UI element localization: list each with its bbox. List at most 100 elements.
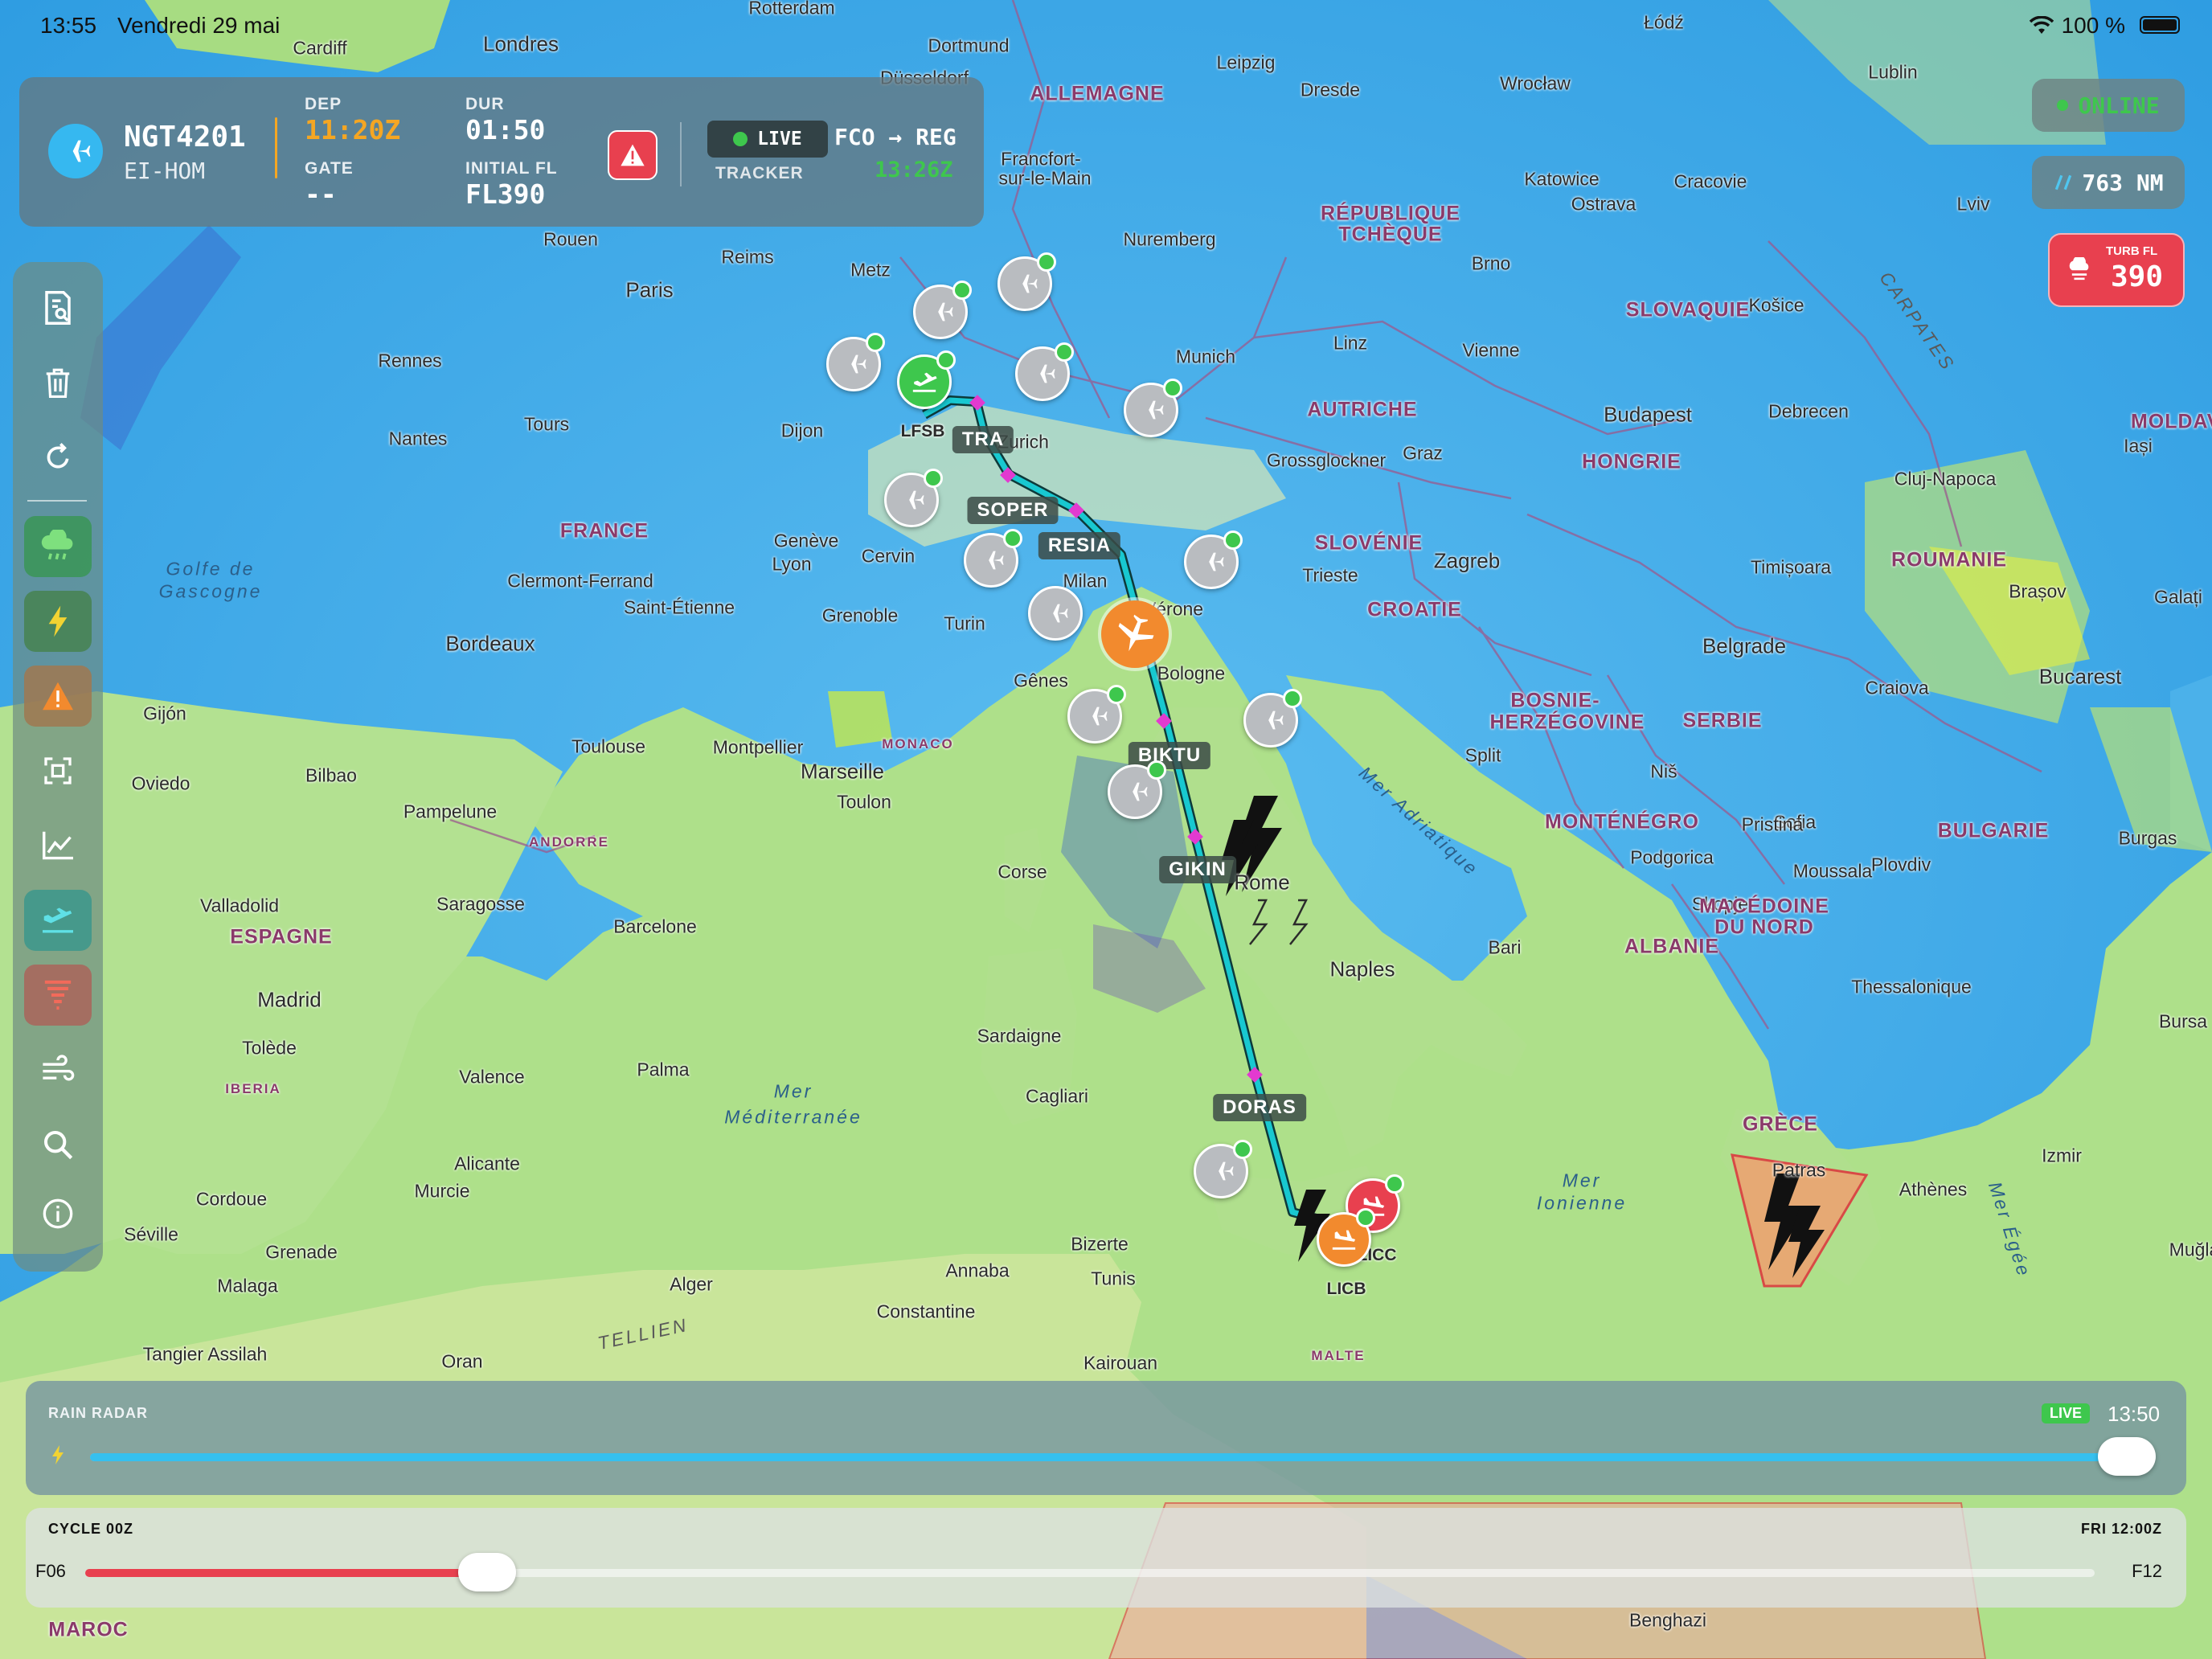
city-label: Bizerte [1071,1233,1129,1255]
turbulence-toggle[interactable] [24,890,92,951]
online-status-badge[interactable]: ONLINE [2032,79,2185,132]
city-label: Bordeaux [445,631,535,656]
live-tracker-button[interactable]: LIVE [707,121,828,158]
city-label: Grenade [265,1241,338,1263]
city-label: Rouen [543,228,598,250]
city-label: Tours [523,413,570,435]
cyclone-toggle[interactable] [24,965,92,1026]
city-label: Cracovie [1673,170,1747,192]
sea-label: Mer [1562,1169,1602,1191]
city-label: Cardiff [293,37,347,59]
aircraft-marker[interactable] [964,529,1022,588]
aircraft-marker[interactable] [1108,760,1166,819]
city-label: Cluj-Napoca [1894,468,1997,490]
wind-button[interactable] [24,1039,92,1100]
city-label: Podgorica [1630,846,1714,868]
live-badge: LIVE [2042,1403,2091,1423]
sea-label: Golfe de [166,558,256,580]
city-label: Munich [1175,346,1236,367]
country-label: ESPAGNE [230,925,333,948]
lightning-toggle[interactable] [24,591,92,652]
warnings-toggle[interactable] [24,666,92,727]
airplane-icon [1118,614,1154,652]
aircraft-marker[interactable] [997,252,1056,311]
city-label: Košice [1748,294,1804,316]
city-label: Sardaigne [977,1025,1062,1047]
airport-code[interactable]: LFSB [901,422,945,441]
aircraft-marker[interactable] [1067,685,1126,743]
turbulence-fl-button[interactable]: TURB FL 390 [2048,233,2185,307]
airplane-icon [1139,400,1164,420]
cycle-valid-time: FRI 12:00Z [2080,1521,2162,1537]
city-label: Rennes [378,350,442,371]
aircraft-marker[interactable] [1184,530,1243,589]
alert-button[interactable] [608,130,657,180]
forecast-cycle-panel: CYCLE 00Z FRI 12:00Z F06 F12 [26,1508,2186,1608]
refresh-button[interactable] [24,427,92,488]
scan-icon [44,757,72,784]
city-label: Tunis [1091,1268,1136,1289]
rain-radar-toggle[interactable] [24,516,92,577]
city-label: Pampelune [403,801,498,822]
city-label: Séville [124,1223,178,1245]
city-label: Nantes [388,428,448,449]
city-label: sur-le-Main [998,167,1092,189]
airplane-icon [1083,707,1108,726]
waypoint-label[interactable]: DORAS [1213,1094,1306,1121]
country-label: ALLEMAGNE [1030,82,1165,105]
turb-label: TURB FL [2106,244,2158,258]
cycle-timeline-thumb[interactable] [458,1553,516,1591]
city-label: Oviedo [131,772,190,794]
waypoint-label[interactable]: GIKIN [1159,856,1236,883]
distance-badge[interactable]: 763 NM [2032,156,2185,209]
radar-timeline-track[interactable] [90,1437,2156,1476]
waypoint-label[interactable]: TRA [952,426,1014,453]
city-label: Athènes [1899,1178,1968,1200]
trash-icon [46,368,70,398]
city-label: Kairouan [1083,1352,1158,1374]
radar-timeline-thumb[interactable] [2098,1437,2156,1476]
gate-label: GATE [305,159,354,178]
city-label: Reims [721,246,774,268]
scan-button[interactable] [24,740,92,801]
aircraft-marker[interactable] [1015,342,1074,401]
waypoint-label[interactable]: RESIA [1038,532,1121,559]
cycle-timeline-track[interactable] [85,1553,2095,1591]
city-label: Corse [997,861,1047,883]
departure-airport-marker[interactable] [897,350,956,409]
airport-code[interactable]: LICB [1327,1280,1366,1299]
city-label: Palma [637,1059,690,1080]
aircraft-marker[interactable] [1194,1140,1252,1198]
flight-info-panel[interactable]: NGT4201 EI-HOM DEP 11:20Z GATE -- DUR 01… [19,77,984,227]
aircraft-marker[interactable] [913,281,972,339]
city-label: Katowice [1524,168,1600,190]
search-button[interactable] [24,1114,92,1175]
wifi-icon [2029,16,2054,34]
alternate-airport-marker[interactable] [1317,1208,1375,1267]
aircraft-marker[interactable] [1028,586,1083,641]
waypoint-label[interactable]: SOPER [967,497,1059,524]
flight-plan-button[interactable] [24,277,92,338]
city-label: Burgas [2118,827,2177,849]
city-label: Belgrade [1702,633,1787,658]
lightning-bolt-icon [52,1445,63,1464]
city-label: Madrid [257,987,322,1012]
chart-button[interactable] [24,815,92,876]
city-label: Nuremberg [1123,228,1216,250]
aircraft-marker[interactable] [1124,379,1182,437]
aircraft-marker[interactable] [826,333,885,391]
city-label: Cervin [861,545,916,567]
tracker-label: TRACKER [715,164,804,182]
delete-button[interactable] [24,352,92,413]
city-label: Thessalonique [1851,976,1972,997]
city-label: Split [1464,744,1501,766]
turb-value: 390 [2111,260,2164,293]
country-label: SERBIE [1682,709,1763,732]
ownship-marker[interactable] [1101,600,1169,668]
city-label: Linz [1333,332,1368,354]
aircraft-marker[interactable] [1243,689,1302,748]
info-button[interactable] [24,1183,92,1244]
city-label: Tolède [242,1037,297,1059]
cycle-timeline-fill [85,1569,487,1577]
aircraft-marker[interactable] [884,469,943,527]
